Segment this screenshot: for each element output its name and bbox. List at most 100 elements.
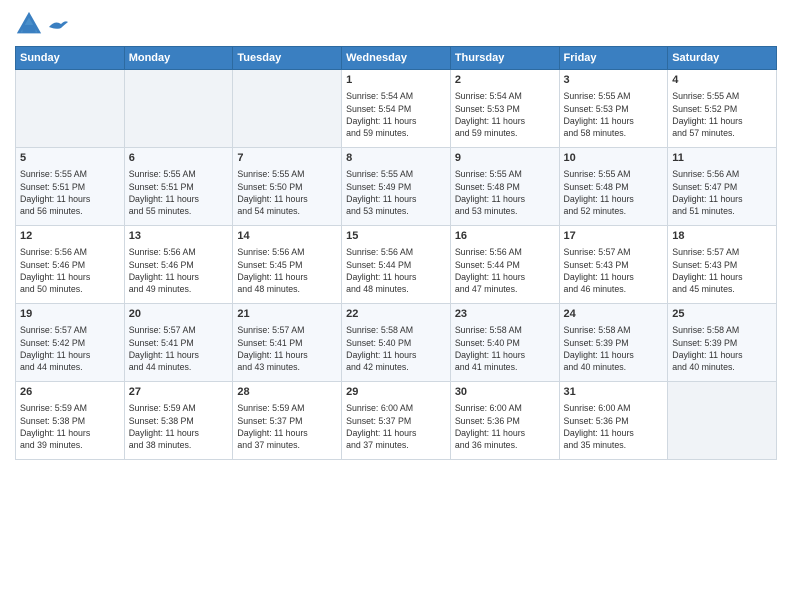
cell-line: Sunrise: 5:56 AM xyxy=(20,246,120,258)
cell-line: and 59 minutes. xyxy=(346,127,446,139)
calendar-cell: 6Sunrise: 5:55 AMSunset: 5:51 PMDaylight… xyxy=(124,148,233,226)
page: SundayMondayTuesdayWednesdayThursdayFrid… xyxy=(0,0,792,612)
cell-line: Sunrise: 5:55 AM xyxy=(564,168,664,180)
day-header-sunday: Sunday xyxy=(16,47,125,70)
cell-line: and 38 minutes. xyxy=(129,439,229,451)
day-number: 19 xyxy=(20,307,120,322)
calendar-cell: 23Sunrise: 5:58 AMSunset: 5:40 PMDayligh… xyxy=(450,304,559,382)
calendar-cell: 19Sunrise: 5:57 AMSunset: 5:42 PMDayligh… xyxy=(16,304,125,382)
cell-line: Daylight: 11 hours xyxy=(564,271,664,283)
day-number: 7 xyxy=(237,151,337,166)
cell-line: Sunrise: 5:55 AM xyxy=(237,168,337,180)
week-row-2: 5Sunrise: 5:55 AMSunset: 5:51 PMDaylight… xyxy=(16,148,777,226)
cell-line: Daylight: 11 hours xyxy=(346,193,446,205)
cell-line: Sunrise: 5:58 AM xyxy=(564,324,664,336)
cell-line: Sunset: 5:44 PM xyxy=(346,259,446,271)
day-number: 17 xyxy=(564,229,664,244)
cell-line: Sunset: 5:41 PM xyxy=(129,337,229,349)
day-number: 4 xyxy=(672,73,772,88)
day-number: 21 xyxy=(237,307,337,322)
cell-line: Sunset: 5:51 PM xyxy=(129,181,229,193)
cell-line: Sunrise: 5:55 AM xyxy=(455,168,555,180)
day-number: 26 xyxy=(20,385,120,400)
cell-line: and 44 minutes. xyxy=(129,361,229,373)
cell-line: Sunrise: 5:59 AM xyxy=(237,402,337,414)
cell-line: Sunrise: 5:58 AM xyxy=(455,324,555,336)
cell-line: Sunset: 5:49 PM xyxy=(346,181,446,193)
cell-line: Daylight: 11 hours xyxy=(564,115,664,127)
cell-line: Sunset: 5:46 PM xyxy=(129,259,229,271)
day-number: 28 xyxy=(237,385,337,400)
cell-line: and 54 minutes. xyxy=(237,205,337,217)
cell-line: Daylight: 11 hours xyxy=(20,271,120,283)
calendar-cell: 1Sunrise: 5:54 AMSunset: 5:54 PMDaylight… xyxy=(342,70,451,148)
cell-line: Sunrise: 5:57 AM xyxy=(564,246,664,258)
calendar-cell: 21Sunrise: 5:57 AMSunset: 5:41 PMDayligh… xyxy=(233,304,342,382)
cell-line: Sunrise: 5:56 AM xyxy=(129,246,229,258)
cell-line: Sunset: 5:39 PM xyxy=(672,337,772,349)
week-row-3: 12Sunrise: 5:56 AMSunset: 5:46 PMDayligh… xyxy=(16,226,777,304)
calendar-cell: 4Sunrise: 5:55 AMSunset: 5:52 PMDaylight… xyxy=(668,70,777,148)
cell-line: Sunrise: 6:00 AM xyxy=(346,402,446,414)
day-number: 14 xyxy=(237,229,337,244)
cell-line: and 40 minutes. xyxy=(564,361,664,373)
cell-line: and 57 minutes. xyxy=(672,127,772,139)
calendar-cell: 29Sunrise: 6:00 AMSunset: 5:37 PMDayligh… xyxy=(342,382,451,460)
cell-line: Daylight: 11 hours xyxy=(564,193,664,205)
cell-line: Daylight: 11 hours xyxy=(237,427,337,439)
cell-line: Sunrise: 5:57 AM xyxy=(20,324,120,336)
day-header-friday: Friday xyxy=(559,47,668,70)
day-number: 24 xyxy=(564,307,664,322)
cell-line: Sunset: 5:43 PM xyxy=(564,259,664,271)
calendar-cell: 27Sunrise: 5:59 AMSunset: 5:38 PMDayligh… xyxy=(124,382,233,460)
cell-line: Sunrise: 5:57 AM xyxy=(237,324,337,336)
cell-line: Daylight: 11 hours xyxy=(455,115,555,127)
cell-line: Daylight: 11 hours xyxy=(237,349,337,361)
cell-line: and 51 minutes. xyxy=(672,205,772,217)
cell-line: and 56 minutes. xyxy=(20,205,120,217)
cell-line: and 48 minutes. xyxy=(237,283,337,295)
cell-line: and 42 minutes. xyxy=(346,361,446,373)
calendar-cell: 2Sunrise: 5:54 AMSunset: 5:53 PMDaylight… xyxy=(450,70,559,148)
cell-line: Daylight: 11 hours xyxy=(237,193,337,205)
cell-line: and 44 minutes. xyxy=(20,361,120,373)
day-number: 29 xyxy=(346,385,446,400)
cell-line: Sunset: 5:50 PM xyxy=(237,181,337,193)
day-header-saturday: Saturday xyxy=(668,47,777,70)
cell-line: Sunset: 5:39 PM xyxy=(564,337,664,349)
cell-line: Sunrise: 6:00 AM xyxy=(564,402,664,414)
cell-line: and 40 minutes. xyxy=(672,361,772,373)
cell-line: and 59 minutes. xyxy=(455,127,555,139)
day-number: 3 xyxy=(564,73,664,88)
calendar-cell xyxy=(668,382,777,460)
week-row-5: 26Sunrise: 5:59 AMSunset: 5:38 PMDayligh… xyxy=(16,382,777,460)
cell-line: Daylight: 11 hours xyxy=(346,271,446,283)
logo-icon xyxy=(15,10,43,38)
cell-line: Daylight: 11 hours xyxy=(564,427,664,439)
cell-line: Sunrise: 5:57 AM xyxy=(672,246,772,258)
day-number: 1 xyxy=(346,73,446,88)
logo-bird-icon xyxy=(47,18,69,36)
cell-line: Sunset: 5:36 PM xyxy=(455,415,555,427)
cell-line: Sunrise: 5:58 AM xyxy=(672,324,772,336)
cell-line: Daylight: 11 hours xyxy=(455,427,555,439)
cell-line: and 48 minutes. xyxy=(346,283,446,295)
cell-line: Sunrise: 5:56 AM xyxy=(237,246,337,258)
day-number: 18 xyxy=(672,229,772,244)
cell-line: Sunset: 5:40 PM xyxy=(346,337,446,349)
cell-line: and 53 minutes. xyxy=(455,205,555,217)
cell-line: Daylight: 11 hours xyxy=(672,349,772,361)
cell-line: and 53 minutes. xyxy=(346,205,446,217)
cell-line: Daylight: 11 hours xyxy=(455,349,555,361)
cell-line: and 35 minutes. xyxy=(564,439,664,451)
day-number: 6 xyxy=(129,151,229,166)
calendar-cell: 20Sunrise: 5:57 AMSunset: 5:41 PMDayligh… xyxy=(124,304,233,382)
calendar-cell: 12Sunrise: 5:56 AMSunset: 5:46 PMDayligh… xyxy=(16,226,125,304)
cell-line: Sunrise: 5:55 AM xyxy=(672,90,772,102)
cell-line: and 50 minutes. xyxy=(20,283,120,295)
cell-line: Sunset: 5:54 PM xyxy=(346,103,446,115)
day-number: 20 xyxy=(129,307,229,322)
calendar-cell: 11Sunrise: 5:56 AMSunset: 5:47 PMDayligh… xyxy=(668,148,777,226)
cell-line: and 37 minutes. xyxy=(346,439,446,451)
cell-line: and 36 minutes. xyxy=(455,439,555,451)
